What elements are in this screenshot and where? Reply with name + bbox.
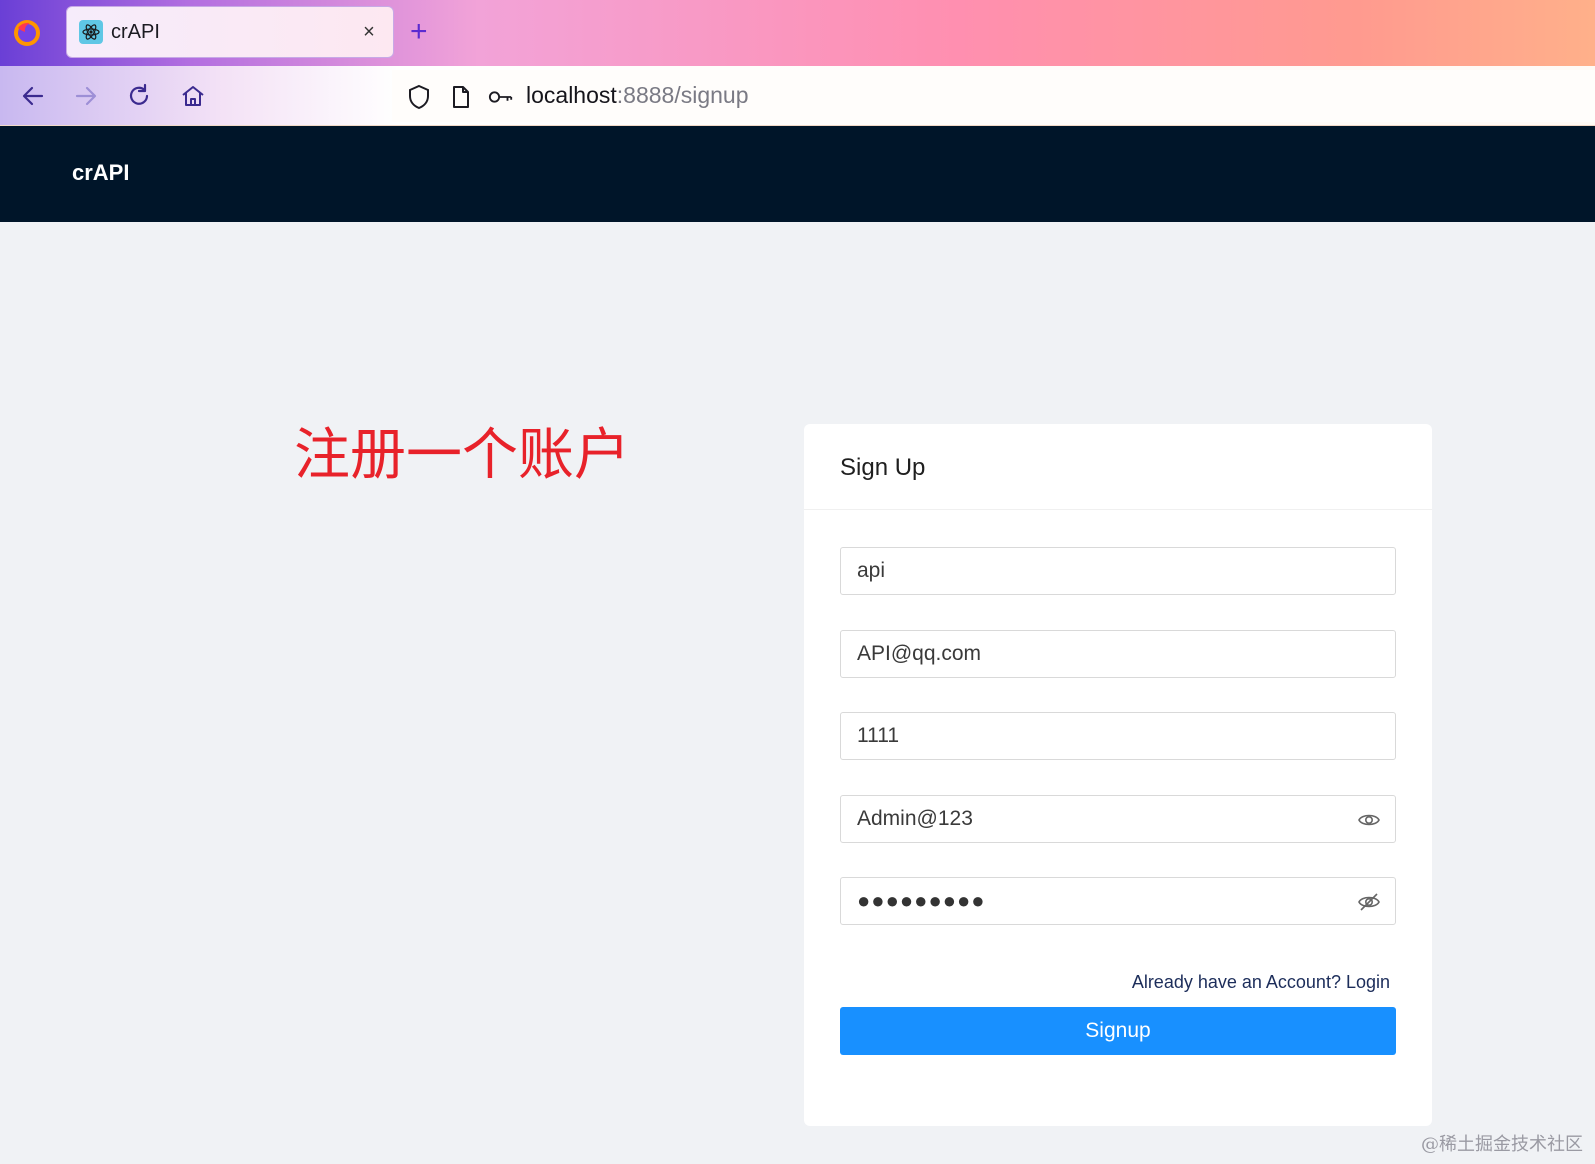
app-header: crAPI	[0, 126, 1595, 222]
watermark: @稀土掘金技术社区	[1421, 1134, 1583, 1155]
new-tab-button[interactable]: +	[410, 16, 428, 48]
name-field[interactable]	[840, 547, 1396, 595]
url-path: :8888/signup	[616, 82, 749, 108]
reload-icon[interactable]	[123, 80, 155, 112]
key-icon[interactable]	[488, 84, 514, 110]
close-icon[interactable]: ×	[357, 21, 381, 44]
email-input[interactable]	[841, 631, 1395, 677]
url-text[interactable]: localhost:8888/signup	[526, 82, 749, 109]
signup-button[interactable]: Signup	[840, 1007, 1396, 1055]
password-input[interactable]	[841, 796, 1395, 842]
browser-tab-bar: crAPI × +	[0, 0, 1595, 66]
phone-field[interactable]	[840, 712, 1396, 760]
eye-icon[interactable]	[1357, 808, 1381, 832]
forward-arrow-icon[interactable]	[70, 80, 102, 112]
firefox-logo-icon[interactable]	[12, 18, 42, 48]
page-icon[interactable]	[448, 84, 474, 110]
app-logo[interactable]: crAPI	[72, 160, 129, 186]
tab-title: crAPI	[111, 20, 160, 43]
shield-icon[interactable]	[406, 84, 432, 110]
url-host: localhost	[526, 82, 617, 108]
home-icon[interactable]	[177, 80, 209, 112]
confirm-password-masked[interactable]: ●●●●●●●●●	[857, 888, 986, 914]
eye-invisible-icon[interactable]	[1357, 890, 1381, 914]
annotation-text: 注册一个账户	[294, 423, 630, 488]
password-field[interactable]	[840, 795, 1396, 843]
card-title: Sign Up	[804, 424, 1432, 510]
confirm-password-field[interactable]: ●●●●●●●●●	[840, 877, 1396, 925]
tab-crapi[interactable]: crAPI ×	[66, 6, 394, 58]
name-input[interactable]	[841, 548, 1395, 594]
back-arrow-icon[interactable]	[17, 80, 49, 112]
phone-input[interactable]	[841, 713, 1395, 759]
react-icon	[79, 20, 103, 44]
signup-card: Sign Up ●●●●●●●●● Already have an Accoun…	[804, 424, 1432, 1126]
address-bar[interactable]: localhost:8888/signup	[392, 70, 1595, 122]
email-field[interactable]	[840, 630, 1396, 678]
login-link[interactable]: Already have an Account? Login	[1132, 972, 1390, 993]
browser-nav-bar: localhost:8888/signup	[0, 66, 1595, 126]
